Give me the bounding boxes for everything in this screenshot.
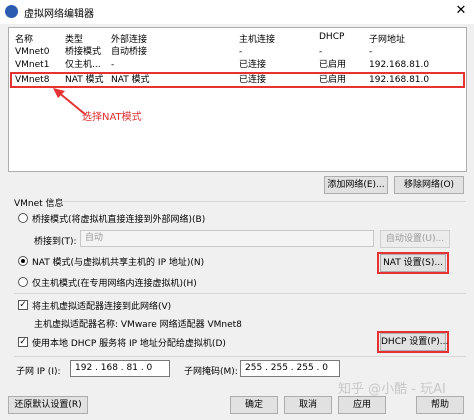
subnet-mask-field[interactable]: 255 . 255 . 255 . 0 xyxy=(240,360,340,377)
bridge-to-select[interactable]: 自动 xyxy=(80,230,374,247)
apply-button[interactable]: 应用 xyxy=(338,396,386,414)
help-button[interactable]: 帮助 xyxy=(416,396,464,414)
cell-external: 自动桥接 xyxy=(111,47,148,57)
cell-host: 已连接 xyxy=(239,60,267,70)
ok-button[interactable]: 确定 xyxy=(230,396,278,414)
column-header-dhcp[interactable]: DHCP xyxy=(319,32,344,42)
cell-subnet: 192.168.81.0 xyxy=(369,75,430,85)
bridge-mode-radio[interactable] xyxy=(18,213,28,223)
title-bar: 虚拟网络编辑器 ✕ xyxy=(0,0,474,24)
cell-name: VMnet0 xyxy=(15,47,50,57)
auto-settings-button[interactable]: 自动设置(U)... xyxy=(380,230,450,248)
subnet-mask-label: 子网掩码(M): xyxy=(184,367,238,377)
use-dhcp-checkbox[interactable]: ✓ xyxy=(18,337,28,347)
subnet-ip-label: 子网 IP (I): xyxy=(16,367,61,377)
nat-settings-button[interactable]: NAT 设置(S)... xyxy=(380,254,446,272)
dhcp-settings-button[interactable]: DHCP 设置(P)... xyxy=(380,333,448,351)
cell-host: - xyxy=(239,47,243,57)
column-header-name[interactable]: 名称 xyxy=(15,32,33,45)
host-only-label[interactable]: 仅主机模式(在专用网络内连接虚拟机)(H) xyxy=(32,276,197,289)
remove-network-button[interactable]: 移除网络(O) xyxy=(394,176,464,194)
cell-type: 桥接模式 xyxy=(65,47,102,57)
adapter-name-text: 主机虚拟适配器名称: VMware 网络适配器 VMnet8 xyxy=(34,320,242,330)
cell-dhcp: 已启用 xyxy=(319,75,347,85)
vmnet-info-title: VMnet 信息 xyxy=(14,199,64,209)
window-title: 虚拟网络编辑器 xyxy=(24,9,94,20)
table-row[interactable]: VMnet0 桥接模式 自动桥接 - - - xyxy=(10,46,465,59)
group-divider xyxy=(14,293,466,294)
add-network-button[interactable]: 添加网络(E)... xyxy=(324,176,388,194)
connect-adapter-checkbox[interactable]: ✓ xyxy=(18,300,28,310)
cell-host: 已连接 xyxy=(239,75,267,85)
group-divider xyxy=(14,356,466,357)
bridge-to-label: 桥接到(T): xyxy=(34,237,77,247)
cell-external: - xyxy=(111,60,115,70)
cell-dhcp: 已启用 xyxy=(319,60,347,70)
column-header-host[interactable]: 主机连接 xyxy=(239,32,275,45)
subnet-ip-field[interactable]: 192 . 168 . 81 . 0 xyxy=(70,360,170,377)
column-header-subnet[interactable]: 子网地址 xyxy=(369,32,405,45)
cancel-button[interactable]: 取消 xyxy=(284,396,332,414)
bridge-mode-label[interactable]: 桥接模式(将虚拟机直接连接到外部网络)(B) xyxy=(32,212,205,225)
column-header-external[interactable]: 外部连接 xyxy=(111,32,147,45)
cell-subnet: 192.168.81.0 xyxy=(369,60,430,70)
group-divider xyxy=(58,201,466,202)
watermark: 知乎 @小酷 - 玩AI xyxy=(338,382,446,397)
nat-mode-radio[interactable] xyxy=(18,256,28,266)
nat-mode-label[interactable]: NAT 模式(与虚拟机共享主机的 IP 地址)(N) xyxy=(32,255,204,268)
cell-dhcp: - xyxy=(319,47,323,57)
column-header-type[interactable]: 类型 xyxy=(65,32,83,45)
cell-subnet: - xyxy=(369,47,373,57)
use-dhcp-label[interactable]: 使用本地 DHCP 服务将 IP 地址分配给虚拟机(D) xyxy=(32,336,226,349)
table-row[interactable]: VMnet1 仅主机... - 已连接 已启用 192.168.81.0 xyxy=(10,59,465,72)
cell-external: NAT 模式 xyxy=(111,75,150,85)
cell-name: VMnet1 xyxy=(15,60,50,70)
bridge-to-value: 自动 xyxy=(85,233,104,243)
connect-adapter-label[interactable]: 将主机虚拟适配器连接到此网络(V) xyxy=(32,299,171,312)
cell-type: 仅主机... xyxy=(65,60,101,70)
close-icon[interactable]: ✕ xyxy=(452,3,470,19)
app-icon xyxy=(5,5,18,18)
restore-defaults-button[interactable]: 还原默认设置(R) xyxy=(8,396,88,414)
host-only-radio[interactable] xyxy=(18,277,28,287)
annotation-label: 选择NAT模式 xyxy=(82,112,142,123)
